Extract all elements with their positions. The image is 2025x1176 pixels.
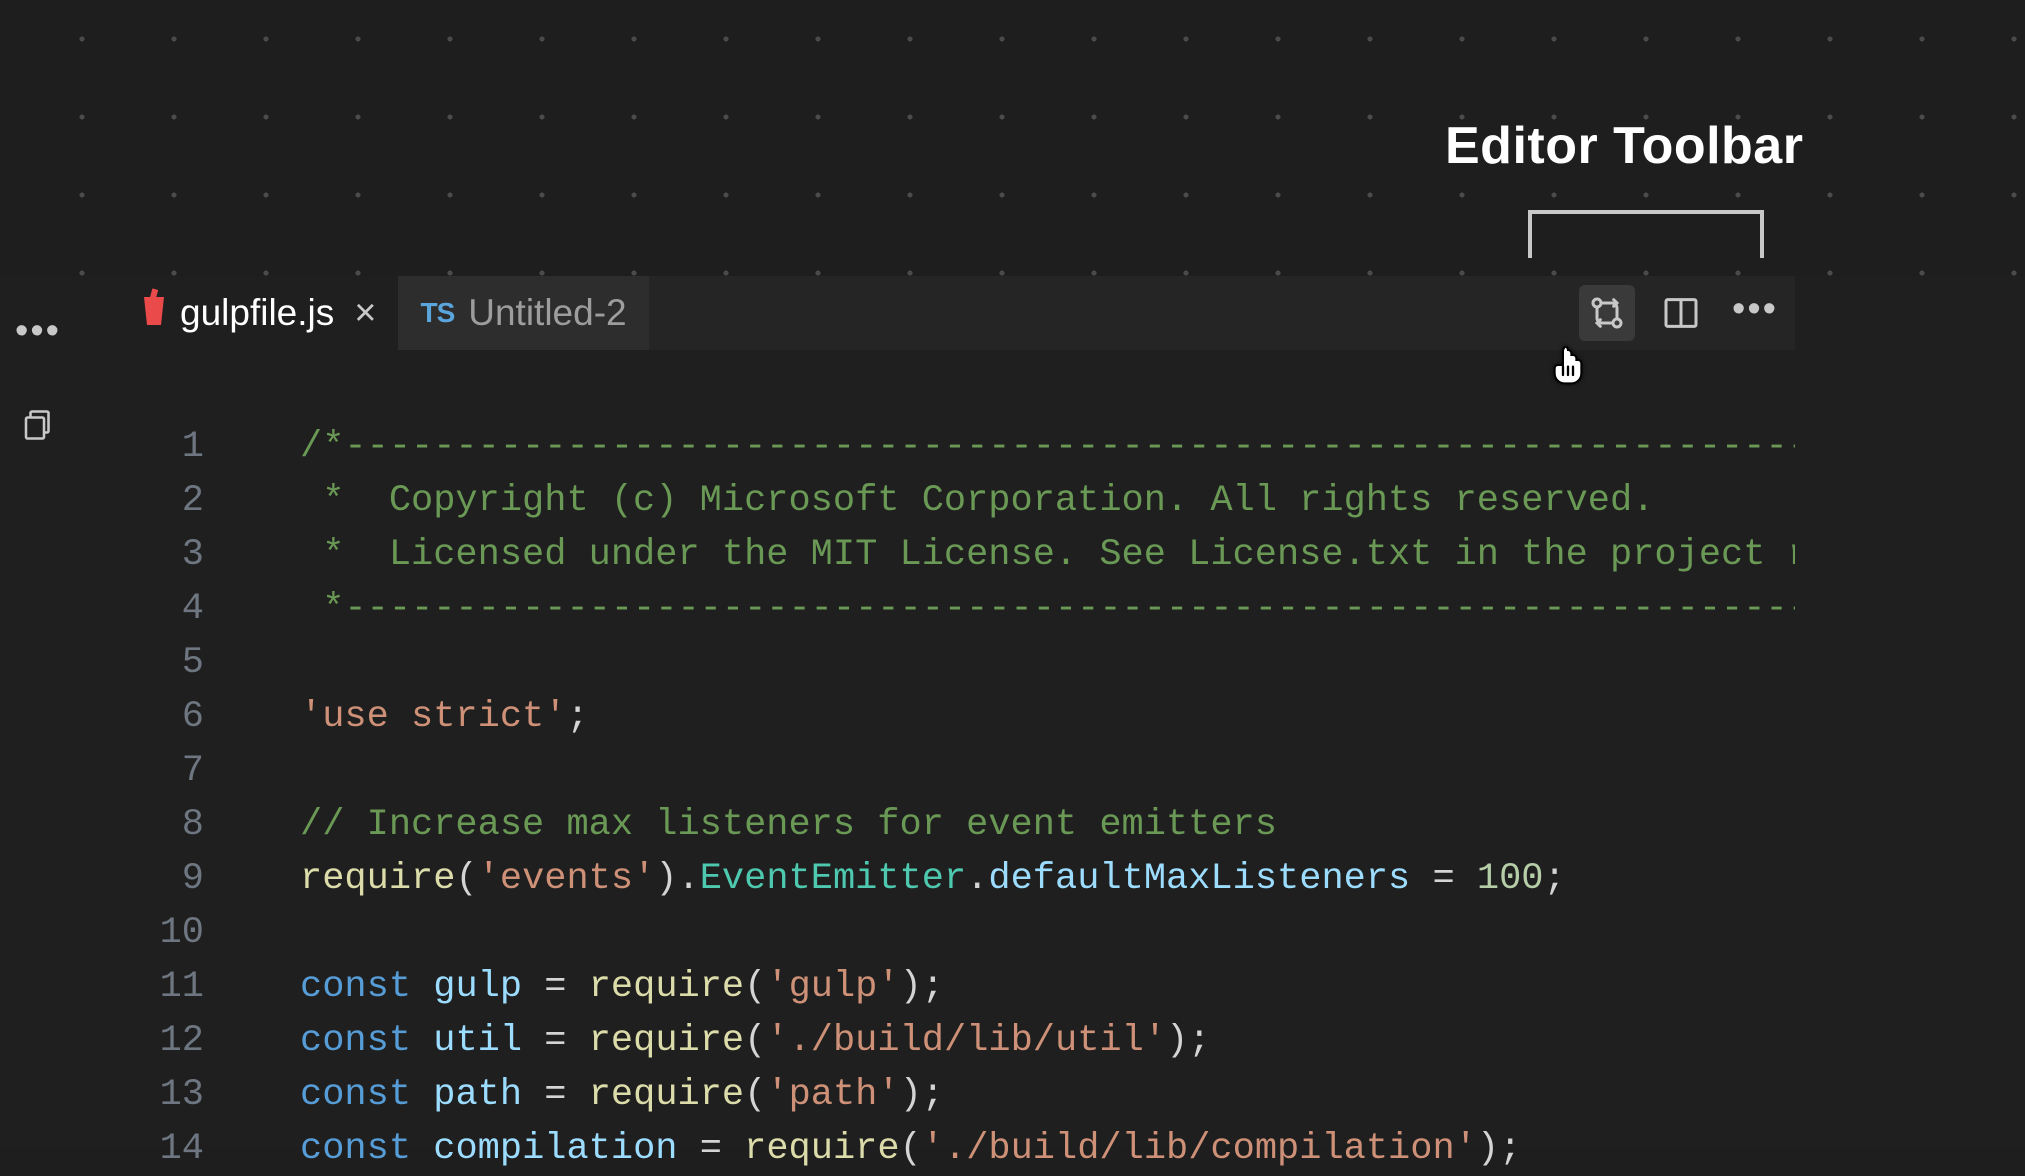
line-number: 12 [120, 1014, 224, 1068]
code-line[interactable] [300, 744, 1795, 798]
activity-left-strip: ••• [8, 310, 68, 448]
gulp-icon [142, 293, 166, 333]
typescript-icon: TS [420, 297, 454, 329]
line-number: 9 [120, 852, 224, 906]
line-number: 5 [120, 636, 224, 690]
split-horizontal-icon [1661, 293, 1701, 333]
line-number: 14 [120, 1122, 224, 1176]
line-number: 8 [120, 798, 224, 852]
code-line[interactable]: const path = require('path'); [300, 1068, 1795, 1122]
code-line[interactable] [300, 906, 1795, 960]
callout-bracket [1528, 210, 1764, 258]
tab-label: Untitled-2 [468, 292, 626, 334]
line-number: 1 [120, 420, 224, 474]
code-line[interactable]: /*--------------------------------------… [300, 420, 1795, 474]
code-line[interactable]: require('events').EventEmitter.defaultMa… [300, 852, 1795, 906]
tab-label: gulpfile.js [180, 292, 334, 334]
code-line[interactable]: *---------------------------------------… [300, 582, 1795, 636]
code-line[interactable]: * Copyright (c) Microsoft Corporation. A… [300, 474, 1795, 528]
code-line[interactable]: * Licensed under the MIT License. See Li… [300, 528, 1795, 582]
line-number: 10 [120, 906, 224, 960]
line-number: 2 [120, 474, 224, 528]
line-number: 11 [120, 960, 224, 1014]
more-actions-button[interactable]: ••• [1727, 285, 1783, 341]
editor-toolbar: ••• [1565, 276, 1797, 350]
ellipsis-icon: ••• [1732, 288, 1778, 339]
code-content[interactable]: /*--------------------------------------… [300, 420, 1795, 1176]
split-editor-button[interactable] [1653, 285, 1709, 341]
line-number: 13 [120, 1068, 224, 1122]
files-icon[interactable] [20, 407, 56, 448]
tab-bar: gulpfile.js × TS Untitled-2 [120, 276, 1795, 350]
line-number: 4 [120, 582, 224, 636]
code-line[interactable]: 'use strict'; [300, 690, 1795, 744]
tab-gulpfile[interactable]: gulpfile.js × [120, 276, 398, 350]
close-icon[interactable]: × [354, 294, 376, 332]
more-icon[interactable]: ••• [15, 310, 61, 361]
compare-changes-button[interactable] [1579, 285, 1635, 341]
tab-untitled-2[interactable]: TS Untitled-2 [398, 276, 648, 350]
line-number-gutter: 1234567891011121314 [120, 420, 224, 1176]
code-line[interactable]: const util = require('./build/lib/util')… [300, 1014, 1795, 1068]
code-line[interactable]: const compilation = require('./build/lib… [300, 1122, 1795, 1176]
code-line[interactable]: // Increase max listeners for event emit… [300, 798, 1795, 852]
line-number: 7 [120, 744, 224, 798]
git-compare-icon [1587, 293, 1627, 333]
code-line[interactable] [300, 636, 1795, 690]
line-number: 6 [120, 690, 224, 744]
line-number: 3 [120, 528, 224, 582]
callout-label: Editor Toolbar [1445, 116, 1803, 176]
code-line[interactable]: const gulp = require('gulp'); [300, 960, 1795, 1014]
